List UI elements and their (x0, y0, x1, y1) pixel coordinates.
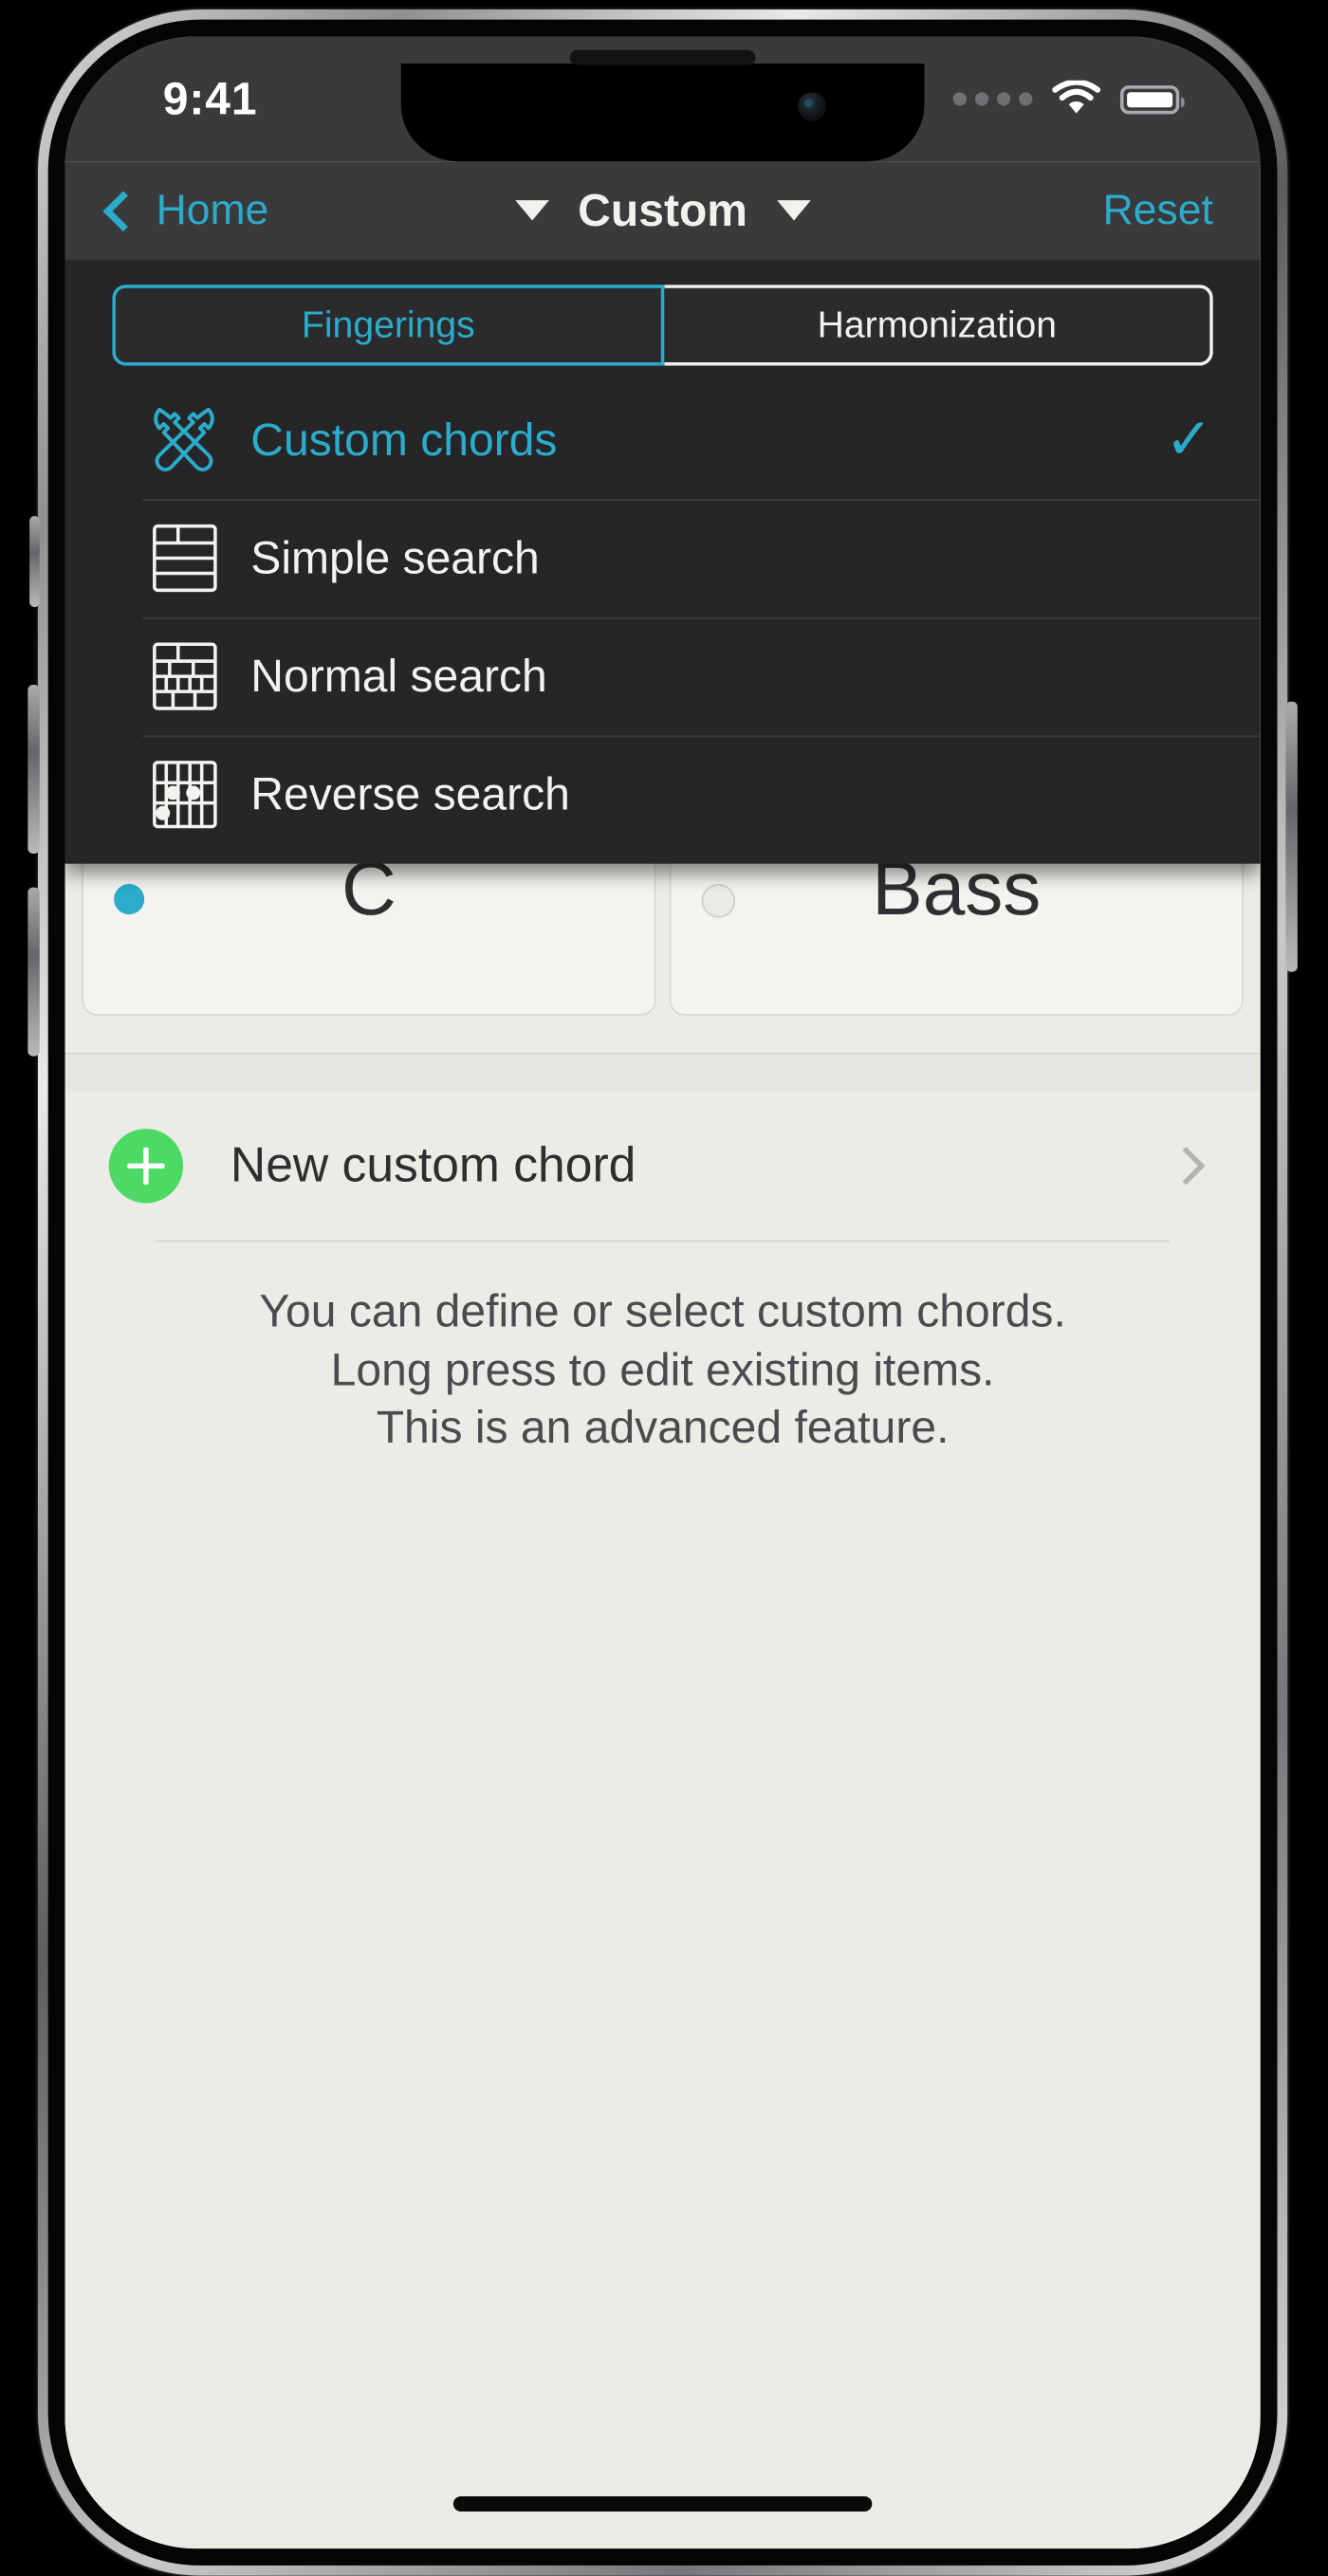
hint-line: You can define or select custom chords. (259, 1285, 1066, 1337)
triangle-down-icon-right (776, 200, 810, 221)
volume-up-button[interactable] (28, 685, 40, 854)
hint-line: This is an advanced feature. (376, 1402, 950, 1454)
menu-item-label: Reverse search (250, 768, 570, 819)
chevron-right-icon (1167, 1147, 1206, 1186)
back-button-label: Home (156, 186, 269, 233)
chord-card-root[interactable]: C (82, 845, 656, 1016)
checkmark-icon: ✓ (1165, 408, 1213, 472)
menu-item-custom-chords[interactable]: Custom chords ✓ (65, 381, 1260, 500)
chord-selector-row: C Bass (65, 845, 1260, 1016)
new-custom-chord-label: New custom chord (230, 1137, 636, 1192)
fretboard-normal-icon (142, 635, 227, 719)
device-notch (400, 49, 925, 162)
mode-dropdown-panel: Fingerings Harmonization Custom chords ✓ (65, 259, 1261, 864)
navigation-bar: Home Custom Reset (65, 161, 1261, 260)
back-to-home-button[interactable]: Home (102, 186, 269, 235)
tab-fingerings[interactable]: Fingerings (112, 285, 665, 366)
chord-diagram-icon (142, 752, 227, 837)
menu-item-label: Normal search (250, 650, 547, 701)
page-title: Custom (578, 184, 748, 235)
segmented-control: Fingerings Harmonization (112, 285, 1213, 366)
reset-button[interactable]: Reset (1103, 186, 1213, 235)
tools-icon (142, 397, 227, 482)
front-camera (798, 92, 827, 121)
status-bar-time: 9:41 (162, 73, 258, 125)
battery-full-icon (1119, 84, 1185, 114)
wifi-icon (1052, 80, 1101, 114)
fretboard-simple-icon (142, 516, 227, 600)
home-indicator[interactable] (452, 2495, 873, 2512)
menu-item-normal-search[interactable]: Normal search (65, 616, 1261, 736)
phone-device-frame: 9:41 Home Custom Reset C Bass New custom… (28, 9, 1298, 2576)
volume-down-button[interactable] (28, 887, 40, 1057)
hint-text: You can define or select custom chords. … (65, 1242, 1260, 1457)
new-custom-chord-row[interactable]: New custom chord (65, 1092, 1260, 1241)
chevron-left-icon (102, 190, 144, 231)
menu-item-simple-search[interactable]: Simple search (65, 499, 1261, 617)
chord-card-bass[interactable]: Bass (669, 845, 1244, 1016)
segmented-control-wrap: Fingerings Harmonization (65, 259, 1260, 380)
phone-screen: 9:41 Home Custom Reset C Bass New custom… (65, 36, 1261, 2549)
title-dropdown-button[interactable]: Custom (515, 184, 810, 236)
menu-item-label: Custom chords (250, 414, 558, 465)
hint-line: Long press to edit existing items. (330, 1344, 995, 1395)
triangle-down-icon-left (515, 200, 549, 221)
menu-item-reverse-search[interactable]: Reverse search (65, 735, 1261, 854)
section-spacer (65, 1054, 1261, 1092)
menu-item-label: Simple search (250, 531, 540, 583)
plus-circle-icon[interactable] (108, 1129, 184, 1204)
power-button[interactable] (1285, 701, 1298, 972)
silence-switch[interactable] (29, 516, 40, 608)
status-bar-indicators (952, 80, 1185, 118)
tab-harmonization[interactable]: Harmonization (664, 285, 1213, 366)
earpiece-speaker (569, 49, 756, 65)
cellular-dots-icon (952, 92, 1033, 106)
